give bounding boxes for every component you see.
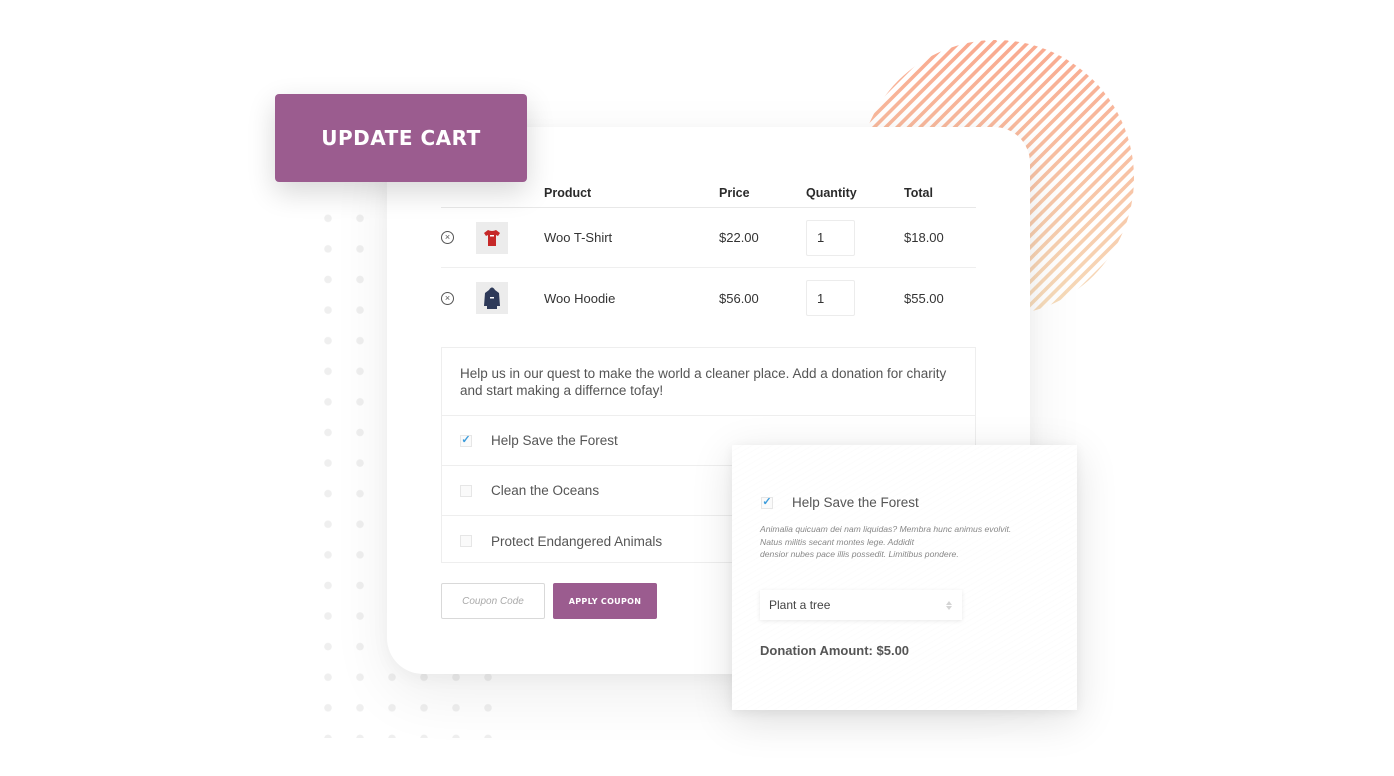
select-updown-icon — [946, 600, 952, 610]
donation-amount: Donation Amount: $5.00 — [760, 643, 910, 658]
product-name[interactable]: Woo Hoodie — [544, 291, 719, 306]
donation-intro-text: Help us in our quest to make the world a… — [442, 348, 975, 416]
donation-option-label: Help Save the Forest — [491, 433, 618, 448]
product-name[interactable]: Woo T-Shirt — [544, 230, 719, 245]
checkbox-checked-icon[interactable]: ✓ — [460, 434, 472, 447]
hoodie-icon — [484, 287, 500, 309]
stage: UPDATE CART Product Price Quantity Total… — [0, 0, 1394, 776]
popup-donation-option[interactable]: ✓ Help Save the Forest — [761, 495, 919, 510]
quantity-input[interactable] — [806, 280, 855, 316]
cart-row: × Woo Hoodie $56.00 $55.00 — [441, 268, 976, 328]
coupon-code-input[interactable] — [441, 583, 545, 619]
popup-option-label: Help Save the Forest — [792, 495, 919, 510]
update-cart-button[interactable]: UPDATE CART — [275, 94, 527, 182]
select-value: Plant a tree — [769, 598, 831, 612]
line-total: $55.00 — [904, 290, 944, 306]
column-header-quantity: Quantity — [806, 185, 857, 200]
popup-description-line: Natus militis secant montes lege. Addidi… — [760, 536, 914, 547]
popup-description: Animalia quicuam dei nam liquidas? Membr… — [760, 523, 1060, 561]
checkbox-unchecked-icon[interactable] — [460, 535, 472, 547]
remove-item-icon[interactable]: × — [441, 231, 454, 244]
column-header-price: Price — [719, 185, 750, 200]
popup-description-line: densior nubes pace illis possedit. Limit… — [760, 549, 959, 560]
product-thumbnail[interactable] — [476, 282, 508, 314]
popup-description-line: Animalia quicuam dei nam liquidas? Membr… — [760, 524, 1012, 534]
column-header-total: Total — [904, 185, 933, 200]
checkbox-checked-icon[interactable]: ✓ — [761, 496, 773, 509]
cart-row: × Woo T-Shirt $22.00 $18.00 — [441, 208, 976, 268]
column-header-product: Product — [544, 185, 592, 200]
apply-coupon-button[interactable]: APPLY COUPON — [553, 583, 657, 619]
quantity-input[interactable] — [806, 219, 855, 256]
product-price: $56.00 — [719, 290, 759, 306]
cart-table: Product Price Quantity Total × Woo T-Shi… — [441, 178, 976, 328]
donation-option-label: Protect Endangered Animals — [491, 533, 663, 549]
donation-option-label: Clean the Oceans — [491, 483, 600, 498]
cart-table-header: Product Price Quantity Total — [441, 178, 976, 208]
donation-detail-popup: ✓ Help Save the Forest Animalia quicuam … — [732, 445, 1077, 710]
decorative-stripe — [1119, 301, 1134, 316]
product-price: $22.00 — [719, 230, 759, 245]
tshirt-icon — [484, 229, 500, 246]
donation-type-select[interactable]: Plant a tree — [760, 590, 962, 620]
remove-item-icon[interactable]: × — [441, 291, 454, 305]
checkbox-unchecked-icon[interactable] — [460, 484, 472, 497]
line-total: $18.00 — [904, 230, 944, 245]
product-thumbnail[interactable] — [476, 221, 508, 254]
